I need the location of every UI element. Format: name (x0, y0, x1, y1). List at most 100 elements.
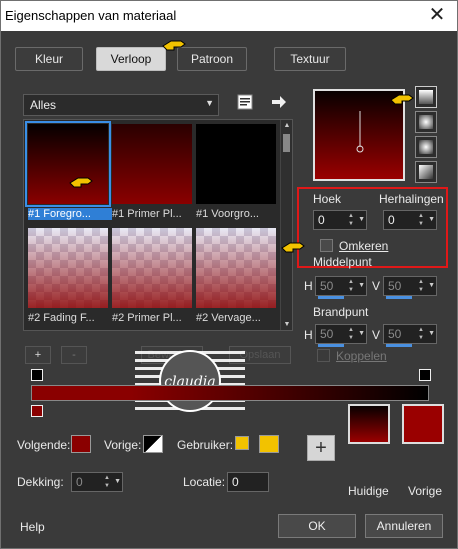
gradient-item[interactable]: #1 Voorgro... (196, 124, 276, 224)
gradient-item[interactable]: #1 Foregro... (25, 121, 112, 224)
previous-color-swatch[interactable] (143, 435, 163, 453)
material-properties-dialog: Eigenschappen van materiaal ✕ Kleur Verl… (0, 0, 458, 549)
scroll-thumb[interactable] (283, 134, 290, 152)
center-h-value: 50 (320, 279, 334, 293)
library-scrollbar[interactable]: ▲ ▼ (280, 120, 292, 330)
invert-checkbox[interactable] (320, 239, 333, 252)
user-color-swatch[interactable] (235, 436, 249, 450)
center-h-label: H (304, 279, 313, 293)
opacity-input[interactable]: 0 ▲ ▼ ▼ (71, 472, 123, 492)
gradient-editor-bar[interactable] (31, 385, 429, 401)
focus-point-label: Brandpunt (313, 305, 369, 319)
gradient-item-label: #2 Fading F... (28, 312, 95, 324)
center-v-label: V (372, 279, 381, 293)
spinner-arrows-icon[interactable]: ▲ ▼ (104, 474, 112, 490)
tab-verloop[interactable]: Verloop (96, 47, 166, 71)
repeats-value: 0 (388, 213, 395, 227)
gradient-library-list: #1 Foregro... #1 Primer Pl... #1 Voorgro… (23, 119, 293, 331)
library-filter-select[interactable]: Alles ▼ (23, 94, 219, 116)
current-swatch[interactable] (348, 404, 390, 444)
scroll-up-icon[interactable]: ▲ (281, 122, 293, 129)
gradient-thumbnail (112, 228, 192, 308)
gradient-thumbnail (196, 228, 276, 308)
gradient-item[interactable]: #2 Primer Pl... (112, 228, 192, 328)
chevron-down-icon[interactable]: ▼ (428, 282, 435, 289)
cancel-button[interactable]: Annuleren (365, 514, 443, 538)
tab-textuur[interactable]: Textuur (274, 47, 346, 71)
chevron-down-icon[interactable]: ▼ (358, 282, 365, 289)
rectangular-style-button[interactable] (415, 111, 437, 133)
scroll-down-icon[interactable]: ▼ (281, 321, 293, 328)
remove-gradient-button[interactable]: - (61, 346, 87, 364)
previous-swatch[interactable] (402, 404, 444, 444)
previous-label: Vorige: (104, 438, 142, 452)
gradient-item[interactable]: #2 Vervage... (196, 228, 276, 328)
current-swatch-label: Huidige (348, 484, 389, 498)
chevron-down-icon[interactable]: ▼ (358, 216, 365, 223)
gradient-item[interactable]: #1 Primer Pl... (112, 124, 192, 224)
opacity-value: 0 (76, 475, 83, 489)
gradient-item-label: #1 Voorgro... (196, 208, 259, 220)
link-checkbox[interactable] (317, 349, 330, 362)
spinner-arrows-icon[interactable]: ▲ ▼ (418, 212, 426, 228)
ok-button[interactable]: OK (278, 514, 356, 538)
add-swatch-button[interactable]: + (307, 435, 335, 461)
watermark-logo: claudia (135, 350, 245, 412)
spinner-arrows-icon[interactable]: ▲ ▼ (418, 278, 426, 294)
slider-bar[interactable] (318, 296, 344, 299)
radial-style-button[interactable] (415, 161, 437, 183)
focus-h-label: H (304, 328, 313, 342)
spinner-arrows-icon[interactable]: ▲ ▼ (418, 326, 426, 342)
gradient-item-label: #2 Vervage... (196, 312, 261, 324)
gradient-thumbnail (25, 121, 111, 207)
next-color-swatch[interactable] (71, 435, 91, 453)
location-input[interactable]: 0 (227, 472, 269, 492)
user-label: Gebruiker: (177, 438, 234, 452)
pointer-hand-icon (390, 94, 414, 105)
focus-v-label: V (372, 328, 381, 342)
repeats-input[interactable]: 0 ▲ ▼ ▼ (383, 210, 437, 230)
pointer-hand-icon (281, 242, 305, 253)
user-color-large-swatch[interactable] (259, 435, 279, 453)
slider-bar[interactable] (386, 344, 412, 347)
center-v-input[interactable]: 50 ▲ ▼ ▼ (383, 276, 437, 299)
location-label: Locatie: (183, 475, 226, 489)
focus-v-input[interactable]: 50 ▲ ▼ ▼ (383, 324, 437, 347)
tab-patroon[interactable]: Patroon (177, 47, 247, 71)
center-v-value: 50 (388, 279, 402, 293)
spinner-arrows-icon[interactable]: ▲ ▼ (348, 278, 356, 294)
linear-style-button[interactable] (415, 86, 437, 108)
chevron-down-icon[interactable]: ▼ (358, 330, 365, 337)
focus-h-input[interactable]: 50 ▲ ▼ ▼ (315, 324, 367, 347)
chevron-down-icon[interactable]: ▼ (114, 478, 121, 485)
center-point-label: Middelpunt (313, 255, 372, 269)
angle-label: Hoek (313, 192, 342, 206)
focus-h-value: 50 (320, 327, 334, 341)
gradient-thumbnail (196, 124, 276, 204)
close-icon[interactable]: ✕ (425, 3, 449, 27)
help-link[interactable]: Help (20, 520, 45, 534)
pointer-hand-icon (162, 40, 186, 51)
next-label: Volgende: (17, 438, 71, 452)
tab-kleur[interactable]: Kleur (15, 47, 83, 71)
gradient-stop-top-right[interactable] (419, 369, 431, 381)
angle-input[interactable]: 0 ▲ ▼ ▼ (313, 210, 367, 230)
sunburst-style-button[interactable] (415, 136, 437, 158)
chevron-down-icon[interactable]: ▼ (428, 216, 435, 223)
add-gradient-button[interactable]: + (25, 346, 51, 364)
chevron-down-icon[interactable]: ▼ (428, 330, 435, 337)
arrow-right-icon[interactable] (271, 95, 287, 109)
angle-value: 0 (318, 213, 325, 227)
center-h-input[interactable]: 50 ▲ ▼ ▼ (315, 276, 367, 299)
window-title: Eigenschappen van materiaal (5, 8, 177, 23)
library-filter-value: Alles (30, 98, 57, 112)
library-icon[interactable] (237, 94, 253, 110)
gradient-stop-bottom-left[interactable] (31, 405, 43, 417)
slider-bar[interactable] (318, 344, 344, 347)
spinner-arrows-icon[interactable]: ▲ ▼ (348, 212, 356, 228)
title-bar: Eigenschappen van materiaal ✕ (1, 1, 457, 31)
gradient-item[interactable]: #2 Fading F... (28, 228, 108, 328)
gradient-stop-top-left[interactable] (31, 369, 43, 381)
slider-bar[interactable] (386, 296, 412, 299)
spinner-arrows-icon[interactable]: ▲ ▼ (348, 326, 356, 342)
